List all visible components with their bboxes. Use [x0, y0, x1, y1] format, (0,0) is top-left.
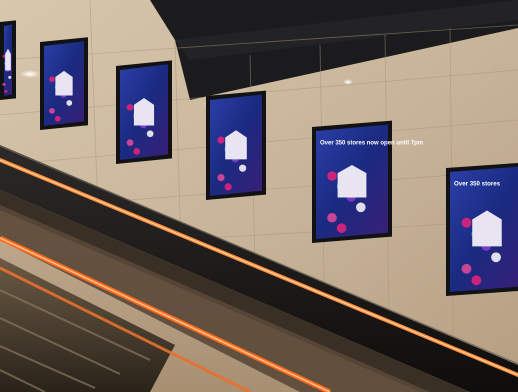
screen-graphic-dot — [224, 183, 232, 191]
screen-graphic-dot — [336, 223, 347, 233]
screen-graphic-dot — [356, 202, 366, 213]
screen-graphic-dot — [327, 212, 337, 223]
screen-graphic-dot — [2, 82, 6, 86]
screen-graphic-dot — [217, 173, 225, 182]
screen-graphic-dot — [461, 217, 472, 228]
signage-screen — [206, 90, 266, 200]
screen-headline: Over 350 stores — [454, 180, 501, 187]
screen-graphic-dot — [49, 76, 55, 83]
screen-graphic-dot — [133, 148, 141, 155]
screen-graphic-dot — [217, 136, 225, 144]
signage-screen — [116, 60, 172, 164]
screen-graphic-dot — [8, 75, 12, 79]
screen-graphic-dot — [461, 263, 472, 274]
screen-graphic-dot — [49, 108, 55, 114]
signage-screen — [40, 37, 88, 131]
screen-graphic-dot — [54, 115, 61, 122]
screen-headline: Over 350 stores now open until 7pm — [320, 140, 423, 146]
screen-graphic-dot — [327, 171, 337, 181]
screen-graphic-dot — [126, 139, 134, 146]
screen-graphic-dot — [471, 275, 482, 286]
screen-graphic-dot — [491, 252, 501, 263]
screen-graphic-dot — [2, 54, 6, 58]
screen-graphic-dot — [146, 130, 154, 138]
signage-screen: Over 350 stores — [446, 162, 518, 296]
screen-graphic-dot — [4, 89, 8, 93]
screen-graphic-dot — [66, 100, 73, 106]
screen-graphic-dot — [239, 164, 247, 172]
scene-illustration: Over 350 stores now open until 7pm Over 3… — [0, 0, 518, 392]
escalator-scene: Over 350 stores now open until 7pm Over 3… — [0, 0, 518, 392]
screen-graphic-dot — [126, 103, 134, 111]
signage-screen — [0, 20, 16, 100]
